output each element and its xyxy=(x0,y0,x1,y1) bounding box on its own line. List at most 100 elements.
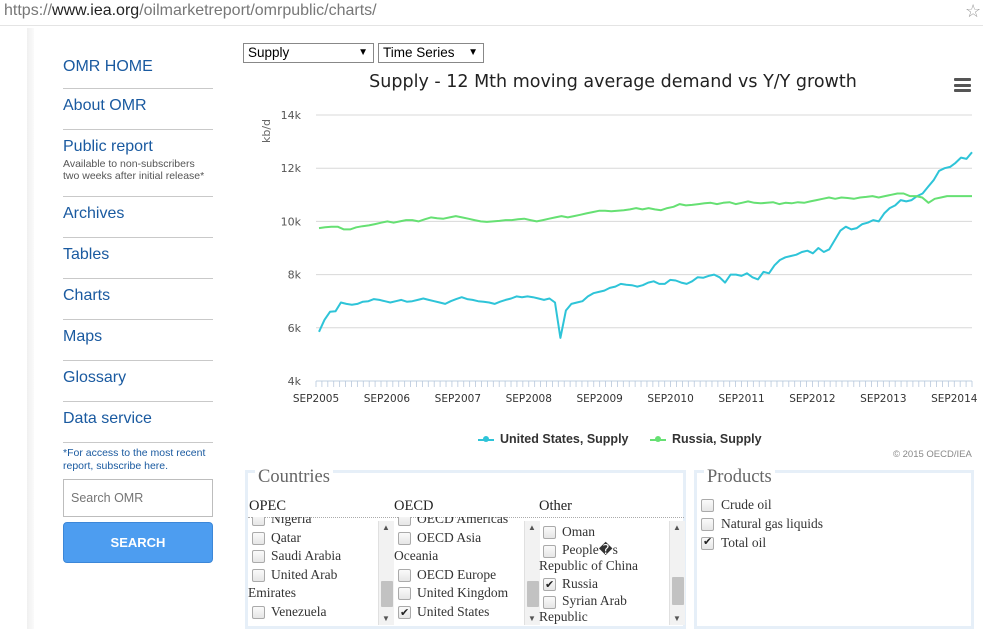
opec-scrollbar[interactable]: ▲ ▼ xyxy=(378,521,394,625)
x-tick-label: SEP2009 xyxy=(576,393,622,405)
chart-menu-icon[interactable] xyxy=(954,78,971,92)
list-item[interactable]: Saudi Arabia xyxy=(248,547,376,566)
series-select[interactable]: Supply ▼ xyxy=(243,43,374,63)
x-tick-label: SEP2006 xyxy=(364,393,411,405)
other-list[interactable]: Oman People�s Republic of China Russia S… xyxy=(539,523,667,627)
checkbox[interactable] xyxy=(543,526,556,539)
scroll-thumb[interactable] xyxy=(381,581,393,607)
checkbox-checked[interactable] xyxy=(701,535,714,550)
oecd-header: OECD xyxy=(394,498,434,514)
legend-label-russia: Russia, Supply xyxy=(672,432,762,446)
sidebar-item-charts[interactable]: Charts xyxy=(63,279,213,320)
y-axis-label: kb/d xyxy=(260,119,273,143)
scroll-up-icon[interactable]: ▲ xyxy=(673,523,681,532)
list-item[interactable]: Qatar xyxy=(248,529,376,548)
search-button[interactable]: SEARCH xyxy=(63,522,213,563)
list-item[interactable]: OECD Asia Oceania xyxy=(394,529,522,566)
list-item[interactable]: People�s Republic of China xyxy=(539,542,667,574)
item-label: OECD Europe xyxy=(417,566,497,582)
item-label: Russia xyxy=(562,575,599,591)
checkbox-checked[interactable] xyxy=(543,576,556,594)
checkbox[interactable] xyxy=(252,568,265,582)
checkbox[interactable] xyxy=(252,531,265,545)
checkbox-checked[interactable] xyxy=(398,604,411,621)
checkbox[interactable] xyxy=(543,596,556,609)
url-text[interactable]: https://www.iea.org/oilmarketreport/omrp… xyxy=(4,2,377,20)
scroll-up-icon[interactable]: ▲ xyxy=(382,523,390,532)
list-item[interactable]: Syrian Arab Republic xyxy=(539,593,667,625)
list-item[interactable]: Venezuela xyxy=(248,603,376,622)
sidebar-item-omr-home[interactable]: OMR HOME xyxy=(63,50,213,89)
sidebar-item-maps[interactable]: Maps xyxy=(63,320,213,361)
product-item-total-oil[interactable]: Total oil xyxy=(701,535,766,551)
bookmark-star-icon[interactable]: ☆ xyxy=(965,1,983,21)
sidebar-item-label: Tables xyxy=(63,246,110,263)
list-item[interactable]: Russia xyxy=(539,575,667,594)
sidebar-item-label: Archives xyxy=(63,205,125,222)
subscribe-link[interactable]: *For access to the most recent report, s… xyxy=(63,447,213,473)
sidebar-item-label: OMR HOME xyxy=(63,58,153,75)
item-label: Crude oil xyxy=(721,497,772,512)
list-item[interactable]: United Arab Emirates xyxy=(248,566,376,603)
item-label: Nigeria xyxy=(271,517,312,526)
list-item[interactable]: Oman xyxy=(539,523,667,542)
legend-item-russia[interactable]: Russia, Supply xyxy=(650,432,762,446)
y-tick-label: 12k xyxy=(281,162,302,175)
list-item[interactable]: OECD Americas xyxy=(394,517,522,529)
address-bar[interactable]: https://www.iea.org/oilmarketreport/omrp… xyxy=(0,0,983,26)
y-tick-label: 8k xyxy=(288,269,302,282)
sidebar-item-data-service[interactable]: Data service xyxy=(63,402,213,443)
scroll-down-icon[interactable]: ▼ xyxy=(673,614,681,623)
scroll-thumb[interactable] xyxy=(527,581,539,607)
sidebar-item-label: Charts xyxy=(63,287,111,304)
product-item-ngl[interactable]: Natural gas liquids xyxy=(701,516,823,532)
products-title: Products xyxy=(704,467,775,488)
checkbox[interactable] xyxy=(398,568,411,582)
checkbox[interactable] xyxy=(398,587,411,600)
page-edge-shadow xyxy=(27,28,34,629)
mode-select-value: Time Series xyxy=(383,45,455,60)
search-input[interactable] xyxy=(63,479,213,517)
checkbox[interactable] xyxy=(701,518,714,531)
mode-select[interactable]: Time Series ▼ xyxy=(378,43,484,63)
checkbox[interactable] xyxy=(701,499,714,512)
list-item[interactable]: United States xyxy=(394,603,522,621)
legend-item-us[interactable]: United States, Supply xyxy=(478,432,629,446)
item-label: Venezuela xyxy=(271,603,327,619)
sidebar-item-label: Public report xyxy=(63,138,153,155)
sidebar-item-archives[interactable]: Archives xyxy=(63,197,213,238)
scroll-down-icon[interactable]: ▼ xyxy=(382,614,390,623)
sidebar-item-tables[interactable]: Tables xyxy=(63,238,213,279)
checkbox[interactable] xyxy=(252,605,265,619)
sidebar-item-glossary[interactable]: Glossary xyxy=(63,361,213,402)
legend-swatch-russia xyxy=(650,435,666,442)
checkbox[interactable] xyxy=(398,517,411,526)
list-item[interactable]: Nigeria xyxy=(248,517,376,529)
oecd-list[interactable]: OECD Americas OECD Asia Oceania OECD Eur… xyxy=(394,517,522,621)
y-tick-label: 4k xyxy=(288,375,302,388)
countries-title: Countries xyxy=(255,467,333,488)
item-label: Natural gas liquids xyxy=(721,516,823,531)
legend-label-us: United States, Supply xyxy=(500,432,629,446)
checkbox[interactable] xyxy=(543,544,556,558)
chart-credits[interactable]: © 2015 OECD/IEA xyxy=(893,449,972,460)
product-item-crude-oil[interactable]: Crude oil xyxy=(701,497,772,513)
list-item[interactable]: OECD Europe xyxy=(394,566,522,585)
scroll-down-icon[interactable]: ▼ xyxy=(528,614,536,623)
series-line-united-states xyxy=(318,151,973,339)
item-label: Saudi Arabia xyxy=(271,548,342,563)
url-path: /oilmarketreport/omrpublic/charts/ xyxy=(139,2,377,19)
x-tick-label: SEP2007 xyxy=(435,393,481,405)
sidebar-item-public-report[interactable]: Public report Available to non-subscriber… xyxy=(63,130,213,197)
oecd-scrollbar[interactable]: ▲ ▼ xyxy=(524,521,540,625)
checkbox[interactable] xyxy=(252,550,265,563)
sidebar-item-about-omr[interactable]: About OMR xyxy=(63,89,213,130)
other-scrollbar[interactable]: ▲ ▼ xyxy=(669,521,685,625)
list-item[interactable]: United Kingdom xyxy=(394,584,522,603)
x-tick-label: SEP2013 xyxy=(860,393,906,405)
scroll-up-icon[interactable]: ▲ xyxy=(528,523,536,532)
checkbox[interactable] xyxy=(252,517,265,526)
opec-list[interactable]: Nigeria Qatar Saudi Arabia United Arab E… xyxy=(248,517,376,621)
scroll-thumb[interactable] xyxy=(672,577,684,605)
checkbox[interactable] xyxy=(398,531,411,545)
